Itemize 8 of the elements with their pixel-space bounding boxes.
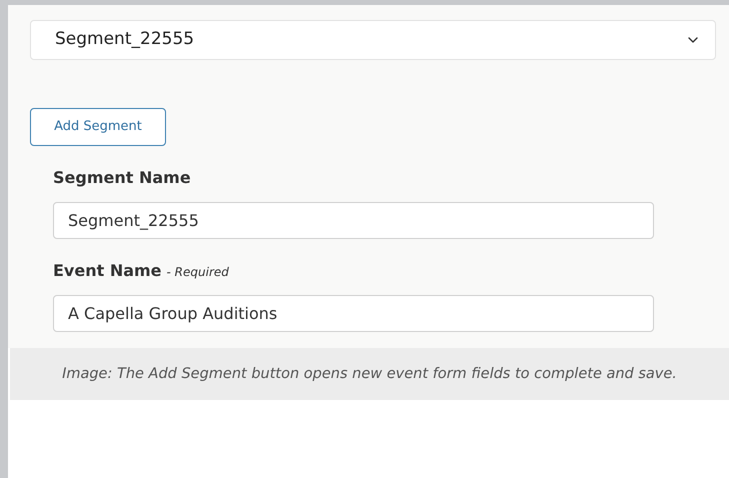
add-segment-button[interactable]: Add Segment xyxy=(30,108,166,146)
text-field[interactable]: Segment_22555 xyxy=(53,202,654,239)
field-label: Segment Name xyxy=(53,167,191,189)
field-label: Event Name xyxy=(53,260,162,282)
required-note: - Required xyxy=(166,264,229,281)
segment-dropdown[interactable]: Segment_22555 xyxy=(30,20,716,60)
text-field[interactable]: A Capella Group Auditions xyxy=(53,295,654,332)
image-caption: Image: The Add Segment button opens new event form fields to complete and save. xyxy=(61,365,678,384)
